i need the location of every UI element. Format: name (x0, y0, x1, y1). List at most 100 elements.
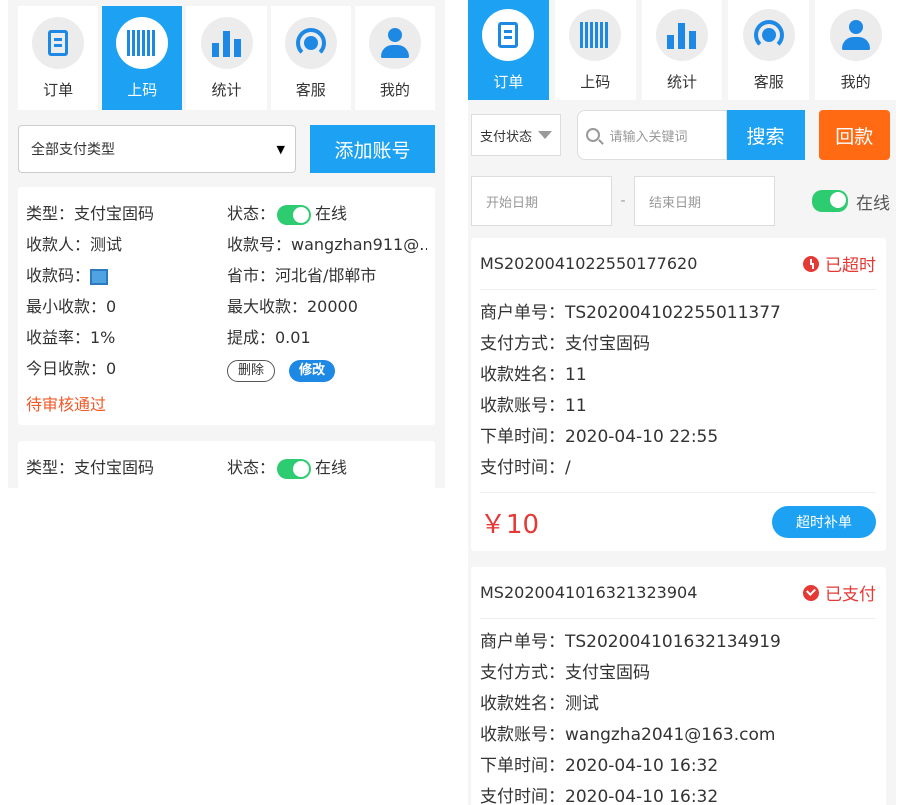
search-input[interactable]: 请输入关键词 (576, 110, 727, 160)
online-toggle[interactable] (277, 204, 312, 225)
left-screen: 订单 上码 统计 客服 我的 全部支付类型 ▼ 添加账号 类型：支付宝固码 状态… (8, 0, 445, 488)
nav-label: 上码 (127, 80, 158, 99)
online-toggle[interactable] (277, 458, 312, 479)
card-actions: 删除 修改 (227, 358, 427, 382)
account-card: 类型：支付宝固码 状态： 在线 (18, 441, 435, 488)
max-amount: 最大收款：20000 (227, 297, 358, 316)
end-date-input[interactable]: 结束日期 (634, 176, 775, 226)
payee: 收款人：测试 (26, 235, 123, 254)
select-arrow-icon: ▼ (276, 142, 285, 156)
pay-method: 支付方式：支付宝固码 (480, 334, 650, 354)
nav-label: 订单 (43, 80, 74, 99)
online-toggle[interactable] (812, 190, 848, 212)
order-id: MS2020041022550177620 (480, 254, 698, 273)
user-icon (841, 19, 870, 50)
nav-stats[interactable]: 统计 (186, 6, 267, 110)
order-card: MS2020041022550177620 已超时 商户单号：TS2020041… (471, 238, 886, 551)
check-circle-icon (803, 584, 819, 601)
today-income: 今日收款：0 (26, 359, 117, 378)
account-type: 类型：支付宝固码 (26, 458, 155, 477)
nav-label: 统计 (666, 72, 697, 91)
online-label: 在线 (856, 193, 890, 214)
edit-button[interactable]: 修改 (289, 360, 336, 382)
online-filter: 在线 (810, 189, 890, 214)
account-status: 状态： 在线 (227, 457, 427, 479)
order-status-text: 已超时 (825, 256, 876, 276)
profit-rate: 收益率：1% (26, 328, 116, 347)
order-time: 下单时间：2020-04-10 16:32 (480, 756, 719, 776)
nav-label: 统计 (211, 80, 242, 99)
nav-customer-service[interactable]: 客服 (270, 6, 351, 110)
search-button[interactable]: 搜索 (726, 110, 805, 160)
nav-upload-code[interactable]: 上码 (554, 0, 636, 100)
user-icon (380, 27, 409, 58)
commission: 提成：0.01 (227, 328, 311, 347)
refund-button[interactable]: 回款 (818, 110, 890, 160)
payee-account: 收款账号：wangzha2041@163.com (480, 725, 776, 745)
qr-label: 收款码： (26, 266, 91, 285)
order-time: 下单时间：2020-04-10 22:55 (480, 427, 719, 447)
qr-code-icon (127, 29, 158, 56)
nav-label: 订单 (493, 72, 524, 91)
payee-name: 收款姓名：测试 (480, 694, 599, 714)
nav-stats[interactable]: 统计 (641, 0, 723, 100)
caret-down-icon (537, 131, 552, 139)
min-amount: 最小收款：0 (26, 297, 117, 316)
timeout-makeup-button[interactable]: 超时补单 (772, 506, 876, 538)
status-value: 在线 (315, 204, 348, 223)
account-card: 类型：支付宝固码 状态： 在线 收款人：测试 收款号：wangzhan911@..… (18, 187, 435, 425)
merchant-order-no: 商户单号：TS202004101632134919 (480, 632, 781, 652)
nav-label: 客服 (295, 80, 326, 99)
date-separator: - (620, 193, 626, 209)
pending-review-status: 待审核通过 (26, 395, 107, 414)
date-filter-row: 开始日期 - 结束日期 在线 (468, 160, 896, 238)
order-search-toolbar: 支付状态 请输入关键词 搜索 回款 (468, 100, 896, 160)
payee-account: 收款账号：11 (480, 396, 587, 416)
add-account-button[interactable]: 添加账号 (310, 125, 435, 173)
qr-thumbnail-icon[interactable] (90, 268, 109, 285)
nav-label: 客服 (753, 72, 784, 91)
top-nav: 订单 上码 统计 客服 我的 (468, 0, 896, 100)
delete-button[interactable]: 删除 (227, 360, 276, 382)
account-toolbar: 全部支付类型 ▼ 添加账号 (8, 110, 445, 187)
customer-service-icon (295, 27, 326, 58)
account-status: 状态： 在线 (227, 203, 427, 225)
nav-label: 我的 (379, 80, 410, 99)
pay-method: 支付方式：支付宝固码 (480, 663, 650, 683)
order-icon (498, 21, 519, 48)
account-number: 收款号：wangzhan911@... (227, 235, 427, 254)
pay-status-select[interactable]: 支付状态 (471, 114, 561, 156)
nav-profile[interactable]: 我的 (354, 6, 436, 110)
search-icon (585, 128, 600, 142)
stats-icon (211, 29, 242, 57)
customer-service-icon (753, 19, 784, 50)
nav-customer-service[interactable]: 客服 (728, 0, 810, 100)
qr-code-row: 收款码： (26, 265, 227, 287)
order-status-badge: 已支付 (803, 580, 876, 605)
pay-type-value: 全部支付类型 (31, 142, 115, 158)
qr-code-icon (580, 21, 611, 48)
nav-orders[interactable]: 订单 (18, 6, 99, 110)
search-placeholder: 请输入关键词 (609, 129, 688, 145)
nav-label: 我的 (840, 72, 871, 91)
nav-orders[interactable]: 订单 (468, 0, 549, 100)
status-label: 状态： (227, 458, 276, 477)
province-city: 省市：河北省/邯郸市 (227, 266, 377, 285)
start-date-input[interactable]: 开始日期 (471, 176, 612, 226)
order-amount: ￥10 (480, 509, 540, 540)
order-card: MS2020041016321323904 已支付 商户单号：TS2020041… (471, 567, 886, 805)
order-status-text: 已支付 (825, 585, 876, 605)
order-id: MS2020041016321323904 (480, 583, 698, 602)
top-nav: 订单 上码 统计 客服 我的 (8, 0, 445, 110)
nav-upload-code[interactable]: 上码 (102, 6, 183, 110)
pay-time: 支付时间：/ (480, 458, 571, 478)
nav-profile[interactable]: 我的 (815, 0, 896, 100)
status-label: 状态： (227, 204, 276, 223)
order-status-badge: 已超时 (803, 251, 876, 276)
clock-icon (803, 255, 819, 272)
merchant-order-no: 商户单号：TS202004102255011377 (480, 303, 781, 323)
status-value: 在线 (315, 458, 348, 477)
right-screen: 订单 上码 统计 客服 我的 支付状态 请输入关键词 搜索 回款 开始日期 - … (468, 0, 896, 805)
search-group: 请输入关键词 搜索 (576, 110, 805, 160)
pay-type-select[interactable]: 全部支付类型 ▼ (18, 125, 296, 173)
